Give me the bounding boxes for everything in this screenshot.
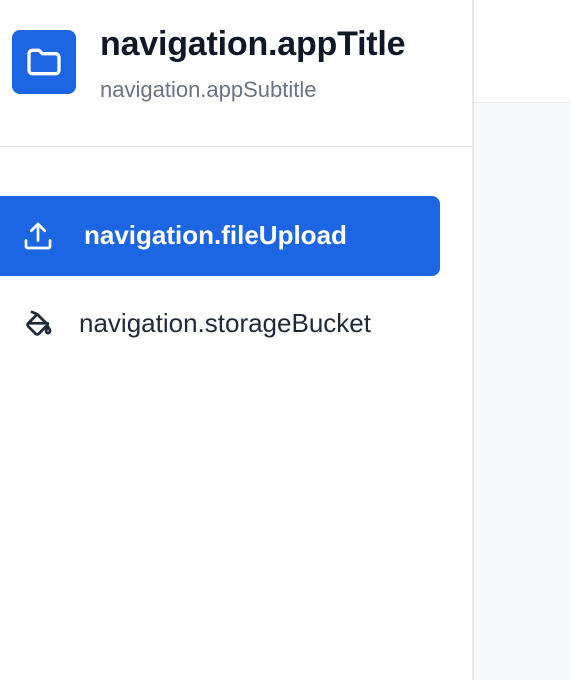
sidebar-item-label: navigation.fileUpload — [84, 220, 347, 250]
sidebar-brand: navigation.appTitle navigation.appSubtit… — [0, 0, 472, 147]
sidebar-item-label: navigation.storageBucket — [79, 308, 371, 338]
sidebar-item-file-upload[interactable]: navigation.fileUpload — [0, 196, 440, 276]
folder-icon — [27, 48, 61, 76]
sidebar-item-storage-bucket[interactable]: navigation.storageBucket — [0, 284, 472, 364]
app-subtitle: navigation.appSubtitle — [100, 77, 317, 102]
main-area — [474, 0, 570, 680]
main-content — [474, 103, 570, 680]
upload-icon — [20, 218, 56, 254]
sidebar: navigation.appTitle navigation.appSubtit… — [0, 0, 474, 680]
app-title: navigation.appTitle — [100, 25, 406, 63]
paint-bucket-icon — [20, 306, 56, 342]
app-logo — [12, 30, 76, 94]
sidebar-nav: navigation.fileUpload navigation.storage… — [0, 196, 472, 372]
app-window: navigation.appTitle navigation.appSubtit… — [0, 0, 570, 680]
main-header — [474, 0, 570, 103]
